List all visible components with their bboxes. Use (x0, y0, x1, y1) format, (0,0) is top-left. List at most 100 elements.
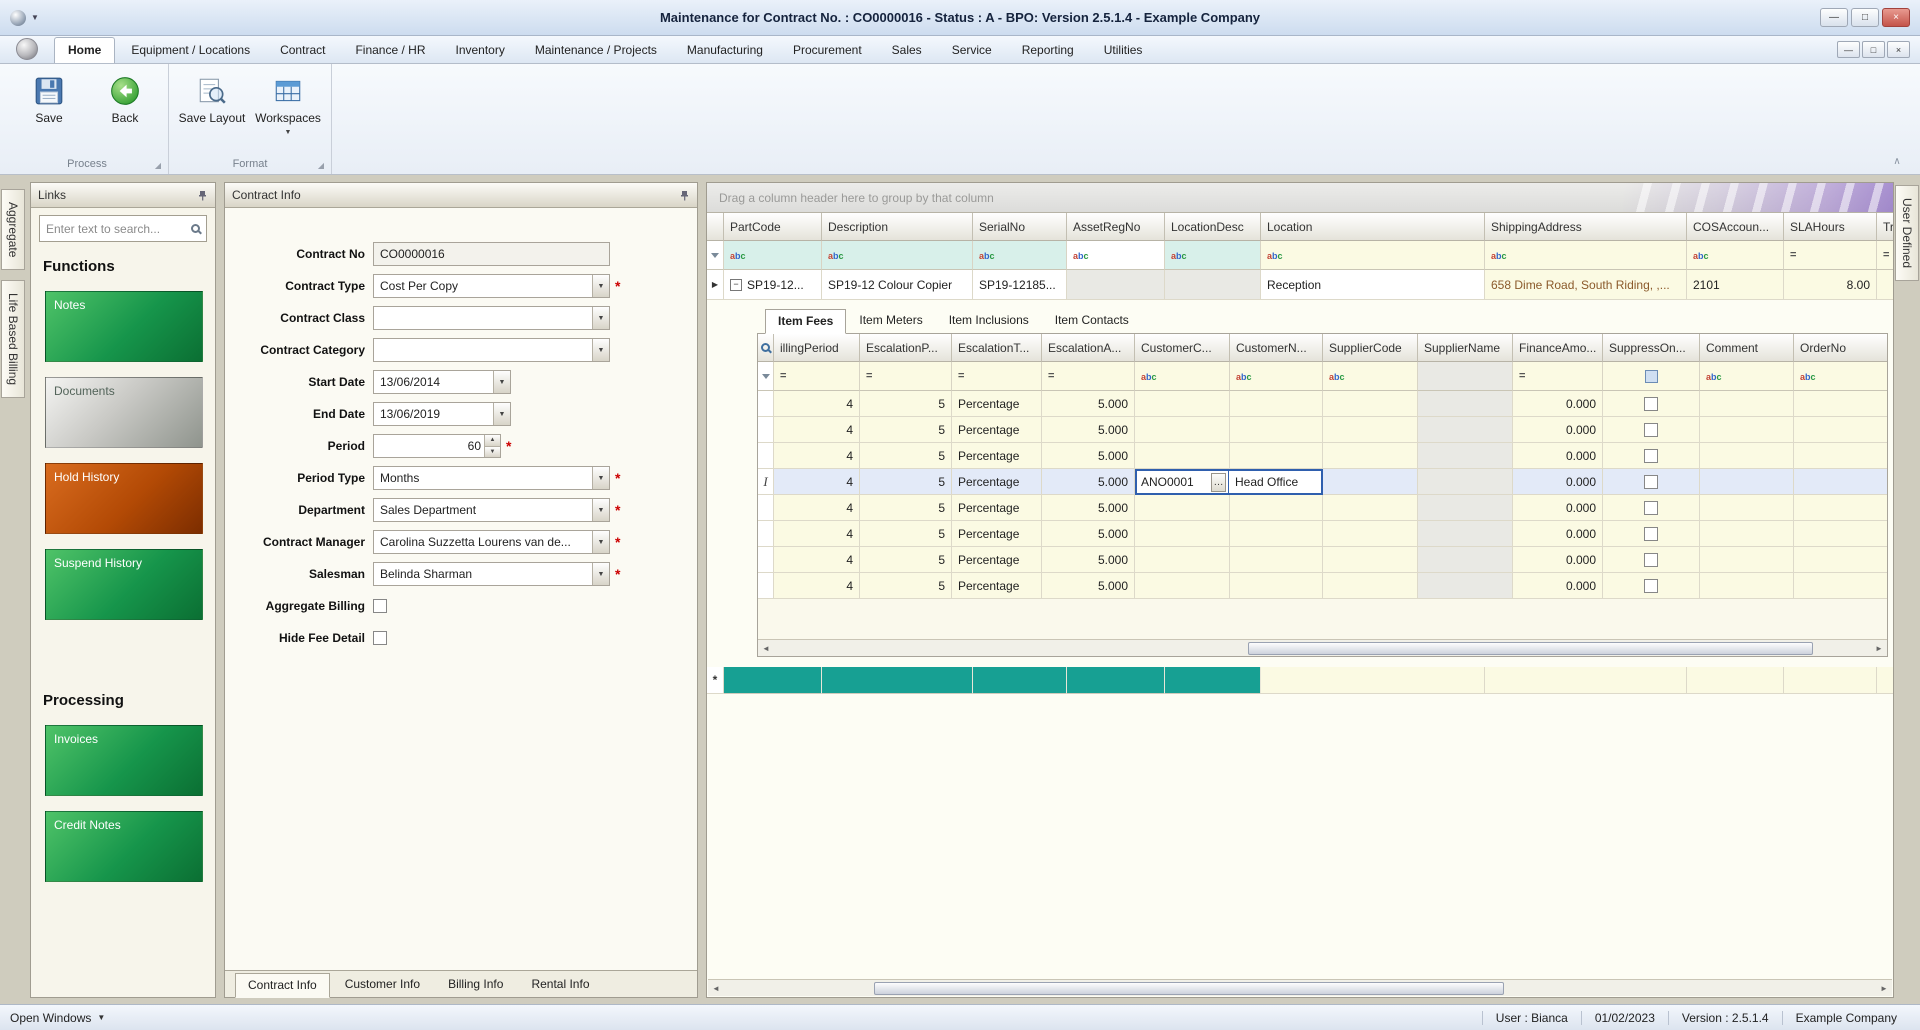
detail-cell-escalationt[interactable]: Percentage (952, 391, 1042, 417)
cell-partcode[interactable]: −SP19-12... (724, 270, 822, 300)
pin-icon[interactable] (679, 190, 690, 201)
quick-access-dropdown-icon[interactable]: ▼ (31, 13, 39, 22)
detail-cell-financeamo[interactable]: 0.000 (1513, 521, 1603, 547)
detail-cell-orderno[interactable] (1794, 417, 1887, 443)
chevron-down-icon[interactable]: ▼ (592, 467, 609, 489)
master-data-row[interactable]: ▶−SP19-12...SP19-12 Colour CopierSP19-12… (707, 270, 1893, 300)
collapse-row-icon[interactable]: − (730, 279, 742, 291)
new-row-cell-cosaccoun[interactable] (1687, 667, 1784, 694)
detail-cell-escalationt[interactable]: Percentage (952, 495, 1042, 521)
detail-cell-comment[interactable] (1700, 521, 1794, 547)
collapse-ribbon-button[interactable]: ∧ (1886, 154, 1908, 169)
detail-filter-cell-escalationt[interactable]: = (952, 362, 1042, 391)
detail-cell-suppliername[interactable] (1418, 495, 1513, 521)
new-row-cell-assetregno[interactable] (1067, 667, 1165, 694)
save-button[interactable]: Save (11, 69, 87, 127)
menu-tab-manufacturing[interactable]: Manufacturing (673, 37, 777, 63)
cell-serialno[interactable]: SP19-12185... (973, 270, 1067, 300)
detail-cell-escalationp[interactable]: 5 (860, 417, 952, 443)
detail-cell-customerc[interactable] (1135, 443, 1230, 469)
detail-cell-financeamo[interactable]: 0.000 (1513, 443, 1603, 469)
detail-cell-suppliercode[interactable] (1323, 521, 1418, 547)
detail-cell-illingperiod[interactable]: 4 (774, 495, 860, 521)
customer-lookup-editor[interactable]: ANO0001…Head Office (1135, 469, 1323, 495)
chevron-down-icon[interactable]: ▼ (493, 371, 510, 393)
ellipsis-button[interactable]: … (1211, 473, 1226, 492)
menu-tab-utilities[interactable]: Utilities (1090, 37, 1157, 63)
scroll-left-arrow[interactable]: ◄ (758, 644, 774, 653)
detail-cell-customerc[interactable] (1135, 521, 1230, 547)
dialog-launcher-icon[interactable]: ◢ (318, 161, 324, 170)
checkbox[interactable] (1644, 397, 1658, 411)
mdi-minimize-button[interactable]: — (1837, 41, 1860, 58)
contract-tab-rental-info[interactable]: Rental Info (518, 972, 602, 997)
detail-cell-comment[interactable] (1700, 573, 1794, 599)
detail-cell-illingperiod[interactable]: 4 (774, 391, 860, 417)
cell-description[interactable]: SP19-12 Colour Copier (822, 270, 973, 300)
detail-cell-suppresson[interactable] (1603, 495, 1700, 521)
detail-cell-financeamo[interactable]: 0.000 (1513, 391, 1603, 417)
detail-column-header-illingperiod[interactable]: illingPeriod (774, 334, 860, 362)
cell-location[interactable]: Reception (1261, 270, 1485, 300)
chevron-down-icon[interactable]: ▼ (592, 307, 609, 329)
close-button[interactable]: × (1882, 8, 1910, 27)
detail-cell-escalationa[interactable]: 5.000 (1042, 495, 1135, 521)
detail-filter-cell-suppliercode[interactable]: abc (1323, 362, 1418, 391)
filter-cell-description[interactable]: abc (822, 241, 973, 270)
minimize-button[interactable]: — (1820, 8, 1848, 27)
detail-cell-orderno[interactable] (1794, 573, 1887, 599)
spin-down-icon[interactable]: ▼ (485, 446, 500, 458)
detail-tab-item-inclusions[interactable]: Item Inclusions (936, 308, 1042, 333)
workspaces-dropdown-icon[interactable]: ▼ (285, 129, 292, 136)
detail-cell-suppliercode[interactable] (1323, 495, 1418, 521)
input-period[interactable] (374, 435, 484, 457)
menu-tab-inventory[interactable]: Inventory (441, 37, 518, 63)
detail-cell-suppliercode[interactable] (1323, 469, 1418, 495)
detail-cell-financeamo[interactable]: 0.000 (1513, 573, 1603, 599)
back-button[interactable]: Back (87, 69, 163, 127)
cell-slahours[interactable]: 8.00 (1784, 270, 1877, 300)
cell-assetregno[interactable] (1067, 270, 1165, 300)
detail-cell-suppresson[interactable] (1603, 521, 1700, 547)
detail-cell-comment[interactable] (1700, 417, 1794, 443)
contract-tab-billing-info[interactable]: Billing Info (435, 972, 516, 997)
detail-cell-financeamo[interactable]: 0.000 (1513, 469, 1603, 495)
detail-cell-orderno[interactable] (1794, 469, 1887, 495)
detail-column-header-comment[interactable]: Comment (1700, 334, 1794, 362)
new-row-cell-locationdesc[interactable] (1165, 667, 1261, 694)
new-row-cell-serialno[interactable] (973, 667, 1067, 694)
chevron-down-icon[interactable]: ▼ (592, 499, 609, 521)
chevron-down-icon[interactable]: ▼ (592, 339, 609, 361)
dock-tab-aggregate[interactable]: Aggregate (1, 189, 25, 270)
menu-tab-home[interactable]: Home (54, 37, 115, 63)
links-button-documents[interactable]: Documents (45, 377, 203, 448)
filter-cell-cosaccoun[interactable]: abc (1687, 241, 1784, 270)
detail-cell-escalationp[interactable]: 5 (860, 521, 952, 547)
detail-cell-financeamo[interactable]: 0.000 (1513, 417, 1603, 443)
menu-tab-sales[interactable]: Sales (878, 37, 936, 63)
detail-filter-cell-suppresson[interactable] (1603, 362, 1700, 391)
detail-cell-comment[interactable] (1700, 495, 1794, 521)
column-header-serialno[interactable]: SerialNo (973, 213, 1067, 241)
detail-horizontal-scrollbar[interactable]: ◄ ► (758, 639, 1887, 656)
checkbox[interactable] (1644, 449, 1658, 463)
detail-row[interactable]: 45Percentage5.0000.000 (758, 417, 1887, 443)
dialog-launcher-icon[interactable]: ◢ (155, 161, 161, 170)
links-button-suspend-history[interactable]: Suspend History (45, 549, 203, 620)
field-contract-class[interactable]: ▼ (373, 306, 610, 330)
detail-cell-comment[interactable] (1700, 443, 1794, 469)
detail-cell-suppliercode[interactable] (1323, 573, 1418, 599)
scrollbar-thumb[interactable] (874, 982, 1504, 995)
detail-cell-escalationa[interactable]: 5.000 (1042, 521, 1135, 547)
filter-cell-locationdesc[interactable]: abc (1165, 241, 1261, 270)
detail-column-header-suppresson[interactable]: SuppressOn... (1603, 334, 1700, 362)
menu-tab-contract[interactable]: Contract (266, 37, 339, 63)
new-row-cell-location[interactable] (1261, 667, 1485, 694)
menu-tab-reporting[interactable]: Reporting (1008, 37, 1088, 63)
checkbox[interactable] (1644, 553, 1658, 567)
detail-cell-customern[interactable] (1230, 495, 1323, 521)
detail-cell-comment[interactable] (1700, 391, 1794, 417)
checkbox[interactable] (1644, 423, 1658, 437)
detail-cell-suppresson[interactable] (1603, 443, 1700, 469)
links-button-notes[interactable]: Notes (45, 291, 203, 362)
